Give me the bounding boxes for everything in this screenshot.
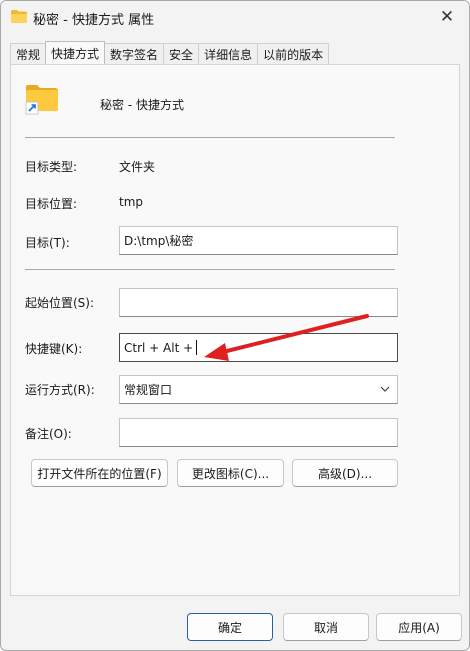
cancel-button[interactable]: 取消 [283,613,369,641]
ok-button[interactable]: 确定 [187,613,273,641]
tab-previous-versions[interactable]: 以前的版本 [257,43,330,64]
change-icon-button[interactable]: 更改图标(C)... [177,459,284,487]
divider [25,137,395,138]
target-field-value: D:\tmp\秘密 [124,234,194,248]
properties-window: 秘密 - 快捷方式 属性 ✕ 常规 快捷方式 数字签名 安全 详细信息 以前的版… [0,0,470,651]
start-in-label: 起始位置(S): [25,296,95,310]
folder-icon [11,10,27,23]
divider [25,269,395,270]
annotation-arrow-icon [204,314,369,361]
comment-field[interactable] [119,418,398,447]
run-label: 运行方式(R): [25,383,95,397]
tab-general[interactable]: 常规 [10,43,47,64]
close-icon: ✕ [439,7,455,27]
tab-digital-signatures[interactable]: 数字签名 [104,43,165,64]
window-title: 秘密 - 快捷方式 属性 [33,13,155,28]
run-select[interactable]: 常规窗口 [119,375,398,404]
text-caret [196,340,198,355]
shortcut-key-field-value: Ctrl + Alt + [124,340,194,355]
target-label: 目标(T): [25,236,70,250]
tab-security[interactable]: 安全 [163,43,200,64]
tab-details[interactable]: 详细信息 [198,43,259,64]
target-type-label: 目标类型: [25,160,78,174]
run-select-value: 常规窗口 [124,383,173,397]
shortcut-tab-panel: 秘密 - 快捷方式 目标类型: 文件夹 目标位置: tmp 目标(T): D:\… [10,64,460,596]
close-button[interactable]: ✕ [425,1,469,33]
open-file-location-button[interactable]: 打开文件所在的位置(F) [31,459,168,487]
tab-shortcut[interactable]: 快捷方式 [45,41,106,64]
chevron-down-icon [380,386,390,392]
apply-button[interactable]: 应用(A) [376,613,462,641]
target-type-value: 文件夹 [119,160,156,174]
target-location-label: 目标位置: [25,197,78,211]
start-in-field[interactable] [119,288,398,317]
shortcut-name: 秘密 - 快捷方式 [100,98,184,112]
folder-shortcut-icon [25,85,58,115]
title-bar: 秘密 - 快捷方式 属性 ✕ [1,1,469,33]
shortcut-key-field[interactable]: Ctrl + Alt + [119,333,398,362]
target-location-value: tmp [119,195,144,209]
comment-label: 备注(O): [25,427,72,441]
advanced-button[interactable]: 高级(D)... [292,459,398,487]
shortcut-key-label: 快捷键(K): [25,342,83,356]
target-field[interactable]: D:\tmp\秘密 [119,226,398,255]
tab-strip: 常规 快捷方式 数字签名 安全 详细信息 以前的版本 [10,41,330,65]
